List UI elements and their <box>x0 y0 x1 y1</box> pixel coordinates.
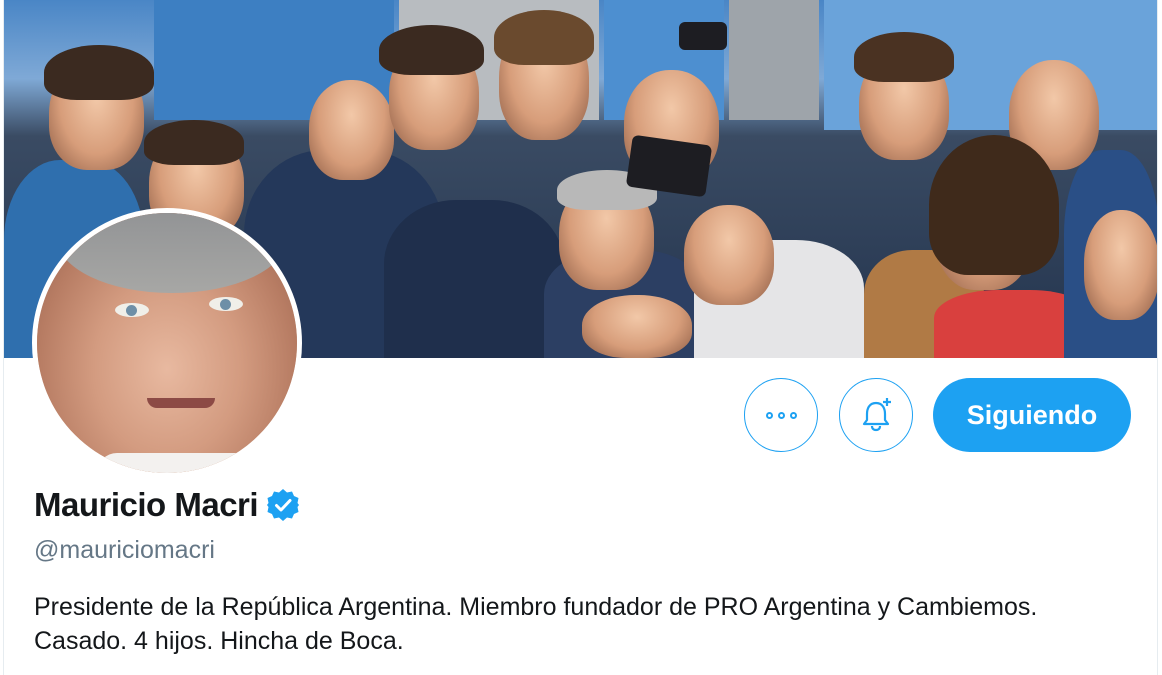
more-options-icon <box>765 411 797 419</box>
notifications-button[interactable] <box>839 378 913 452</box>
profile-name: Mauricio Macri <box>34 486 259 523</box>
bell-plus-icon <box>862 398 891 432</box>
profile-name-row: Mauricio Macri <box>34 486 300 524</box>
verified-badge-icon <box>267 489 300 521</box>
more-options-button[interactable] <box>744 378 818 452</box>
profile-bio: Presidente de la República Argentina. Mi… <box>34 593 1038 655</box>
following-button[interactable]: Siguiendo <box>933 378 1131 452</box>
profile-handle: @mauriciomacri <box>34 536 215 564</box>
profile-card: Siguiendo Mauricio Macri @mauriciomacri … <box>3 0 1158 675</box>
profile-avatar[interactable] <box>32 208 302 478</box>
